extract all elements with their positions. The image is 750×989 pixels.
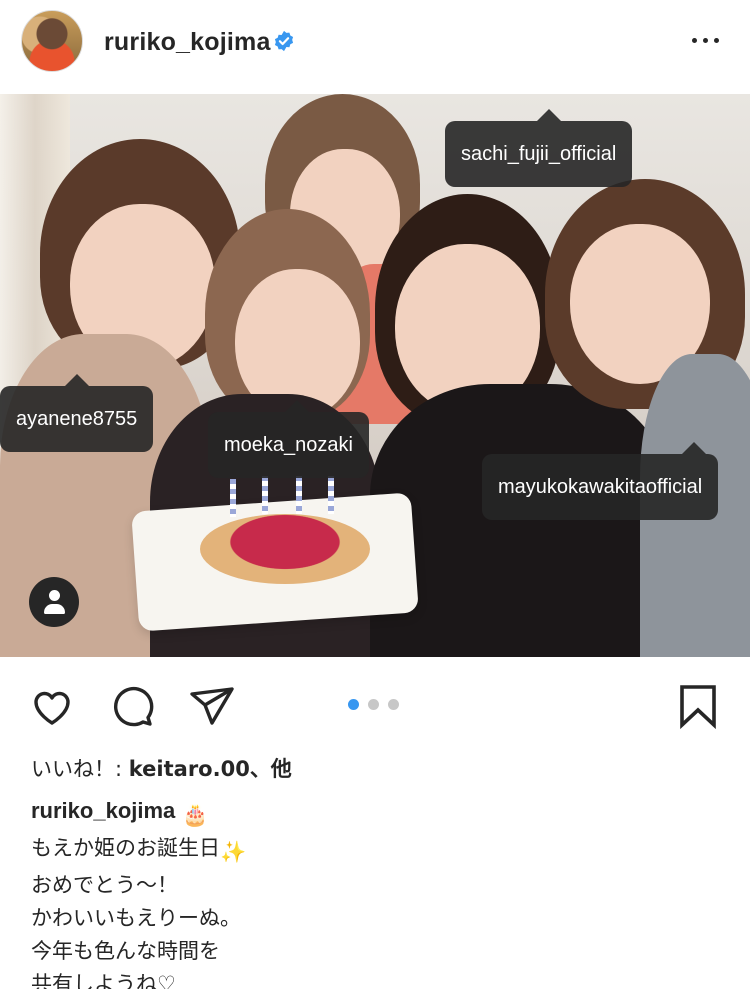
likes-line: いいね！: keitaro.00、他 xyxy=(31,753,292,783)
heart-icon[interactable] xyxy=(28,682,76,730)
post-header: ruriko_kojima xyxy=(0,0,750,94)
user-tag-ayanene[interactable]: ayanene8755 xyxy=(0,374,154,452)
paper-plane-icon[interactable] xyxy=(188,682,236,730)
liker-username[interactable]: keitaro.00 xyxy=(129,757,250,781)
user-tag-moeka-nozaki[interactable]: moeka_nozaki xyxy=(208,400,369,478)
caption-line-2: もえか姫のお誕生日✨ xyxy=(31,832,721,869)
comment-icon[interactable] xyxy=(108,682,156,730)
post-photo[interactable]: sachi_fujii_official ayanene8755 moeka_n… xyxy=(0,94,750,657)
bookmark-icon[interactable] xyxy=(674,682,722,730)
sparkles-emoji: ✨ xyxy=(220,840,247,864)
post-username[interactable]: ruriko_kojima xyxy=(104,28,271,57)
carousel-dot-active xyxy=(348,699,359,710)
verified-badge-icon xyxy=(274,30,294,52)
user-tag-sachi-fujii[interactable]: sachi_fujii_official xyxy=(445,109,633,187)
candle xyxy=(262,476,268,514)
avatar[interactable] xyxy=(21,10,83,72)
candle xyxy=(230,479,236,517)
caption-username[interactable]: ruriko_kojima xyxy=(31,798,175,823)
more-horizontal-icon[interactable] xyxy=(688,28,724,52)
person-icon[interactable] xyxy=(29,577,79,627)
person-4-body xyxy=(370,384,670,657)
birthday-cake xyxy=(200,514,370,584)
carousel-dot xyxy=(368,699,379,710)
caption-line-5: 今年も色んな時間を xyxy=(31,939,220,963)
birthday-cake-emoji: 🎂 xyxy=(181,803,209,827)
caption-line-1: ruriko_kojima 🎂 xyxy=(31,794,721,832)
caption-line-3: おめでとう〜！ xyxy=(31,873,178,897)
caption-text: もえか姫のお誕生日 xyxy=(31,836,220,860)
carousel-dot xyxy=(388,699,399,710)
candle xyxy=(296,476,302,514)
post-caption: ruriko_kojima 🎂 もえか姫のお誕生日✨ おめでとう〜！ かわいいも… xyxy=(31,794,721,989)
post-actions xyxy=(0,657,750,752)
caption-line-4: かわいいもえりーぬ。 xyxy=(31,906,241,930)
likes-others[interactable]: 、他 xyxy=(250,757,292,781)
caption-line-6: 共有しようね♡ xyxy=(31,972,176,989)
candle xyxy=(328,476,334,514)
likes-prefix: いいね！: xyxy=(31,757,129,781)
user-tag-mayukokawakita[interactable]: mayukokawakitaofficial xyxy=(482,442,719,520)
